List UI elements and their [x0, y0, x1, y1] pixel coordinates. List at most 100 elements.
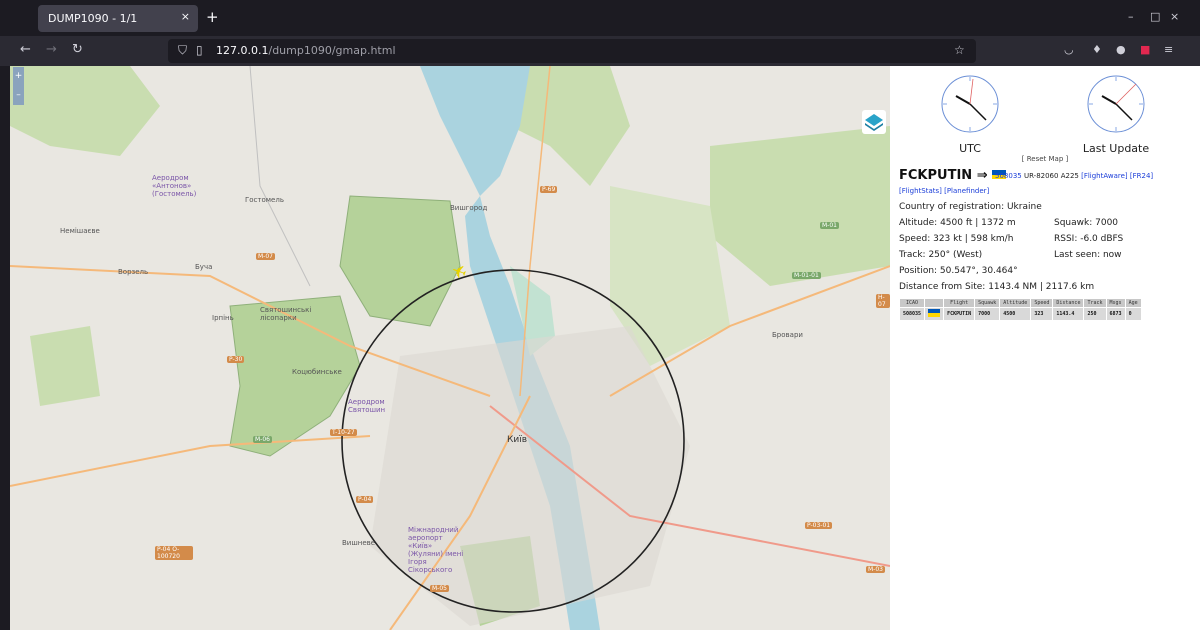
layers-button[interactable] — [862, 110, 886, 134]
road-label: M-03 — [866, 566, 885, 573]
browser-tab[interactable]: DUMP1090 - 1/1 × — [38, 5, 198, 32]
road-label: M-01 — [820, 222, 839, 229]
table-cell: 4500 — [999, 307, 1032, 321]
table-header[interactable]: Distance — [1052, 298, 1085, 308]
table-header[interactable]: Age — [1124, 298, 1142, 308]
shield-icon[interactable]: ⛉ — [178, 43, 187, 58]
aircraft-sidebar: UTC Last Update [ Reset Map ] FCKPUTIN ⇒… — [890, 66, 1200, 630]
maximize-button[interactable]: □ — [1150, 10, 1160, 23]
flightstats-link[interactable]: [FlightStats] — [899, 187, 942, 195]
back-arrow-icon[interactable]: ← — [20, 42, 31, 57]
new-tab-button[interactable]: + — [206, 8, 219, 26]
table-cell: FCKPUTIN — [943, 307, 976, 321]
record-icon[interactable]: ■ — [1140, 43, 1150, 56]
page-icon[interactable]: ▯ — [196, 43, 203, 57]
country-info: Country of registration: Ukraine — [899, 202, 1042, 212]
browser-navbar: ← → ↻ ⛉ ▯ 127.0.0.1/dump1090/gmap.html ☆… — [0, 36, 1200, 66]
rssi-info: RSSI: -6.0 dBFS — [1054, 234, 1124, 244]
position-info: Position: 50.547°, 30.464° — [899, 266, 1018, 276]
zoom-control: + – — [13, 67, 24, 105]
table-header[interactable]: Squawk — [974, 298, 1001, 308]
icao-link[interactable]: 508035 — [995, 172, 1022, 180]
layers-icon — [865, 114, 883, 131]
road-label: H-07 — [876, 294, 890, 308]
table-cell: 7000 — [974, 307, 1001, 321]
table-cell: 323 — [1030, 307, 1054, 321]
zoom-out-button[interactable]: – — [13, 86, 24, 105]
map-place-label: Вишневе — [342, 539, 376, 547]
map-airport-label: Аеродром «Антонов» (Гостомель) — [152, 174, 197, 198]
reset-map-link[interactable]: [ Reset Map ] — [890, 155, 1200, 163]
reload-icon[interactable]: ↻ — [72, 42, 83, 57]
speed-info: Speed: 323 kt | 598 km/h — [899, 234, 1014, 244]
table-cell: 0 — [1124, 307, 1142, 321]
table-cell: 508035 — [898, 307, 926, 321]
aircraft-table: ICAO Flight Squawk Altitude Speed Distan… — [898, 298, 1142, 321]
map-place-label: Буча — [195, 263, 213, 271]
clock-last-update-label: Last Update — [1082, 142, 1150, 155]
fr24-link[interactable]: [FR24] — [1130, 172, 1153, 180]
road-label: P-04 O-100720 — [155, 546, 193, 560]
distance-info: Distance from Site: 1143.4 NM | 2117.6 k… — [899, 282, 1095, 292]
road-label: M-05 — [430, 585, 449, 592]
forward-arrow-icon[interactable]: → — [46, 42, 57, 57]
table-cell: 6873 — [1105, 307, 1126, 321]
table-header[interactable]: Speed — [1030, 298, 1054, 308]
last-seen-info: Last seen: now — [1054, 250, 1122, 260]
map-view[interactable]: + – Київ Вишгород Гостомель Ірпінь Брова… — [10, 66, 890, 630]
road-label: P-69 — [540, 186, 558, 193]
extension-icon[interactable]: ● — [1116, 43, 1126, 56]
ukraine-flag-icon — [928, 309, 941, 317]
planefinder-link[interactable]: [Planefinder] — [944, 187, 989, 195]
clock-face-icon — [941, 75, 999, 133]
utc-clock: UTC — [920, 70, 1020, 155]
table-header[interactable]: Track — [1083, 298, 1107, 308]
road-label: T-10-27 — [330, 429, 357, 436]
map-place-label: Ворзель — [118, 268, 149, 276]
aircraft-callsign: FCKPUTIN ⇒ — [899, 168, 1007, 183]
flightaware-link[interactable]: [FlightAware] — [1081, 172, 1128, 180]
squawk-info: Squawk: 7000 — [1054, 218, 1119, 228]
browser-titlebar: DUMP1090 - 1/1 × + – □ × — [0, 0, 1200, 36]
table-cell — [924, 307, 945, 321]
map-place-label: Коцюбинське — [292, 368, 342, 376]
road-label: P-03-01 — [805, 522, 833, 529]
url-bar[interactable]: ⛉ ▯ 127.0.0.1/dump1090/gmap.html ☆ — [168, 39, 976, 63]
pocket-icon[interactable]: ◡ — [1064, 43, 1074, 56]
close-window-button[interactable]: × — [1170, 10, 1179, 23]
table-header[interactable]: Msgs — [1105, 298, 1126, 308]
track-info: Track: 250° (West) — [899, 250, 983, 260]
road-label: M-06 — [253, 436, 272, 443]
map-city-label: Київ — [507, 435, 528, 445]
zoom-in-button[interactable]: + — [13, 67, 24, 86]
last-update-clock: Last Update — [1066, 70, 1166, 155]
table-cell: 1143.4 — [1052, 307, 1085, 321]
table-header[interactable]: ICAO — [898, 298, 926, 308]
aircraft-header-details: 508035 UR-82060 A225 [FlightAware] [FR24… — [995, 172, 1153, 180]
altitude-info: Altitude: 4500 ft | 1372 m — [899, 218, 1016, 228]
map-place-label: Святошинські лісопарки — [260, 306, 312, 322]
map-place-label: Немішаєве — [60, 227, 100, 235]
table-header[interactable]: Flight — [943, 298, 976, 308]
registration: UR-82060 — [1023, 172, 1059, 180]
map-place-label: Гостомель — [245, 196, 284, 204]
external-links: [FlightStats] [Planefinder] — [899, 187, 989, 195]
clock-face-icon — [1087, 75, 1145, 133]
road-label: M-01-01 — [792, 272, 821, 279]
aircraft-type: A225 — [1060, 172, 1079, 180]
table-header[interactable] — [924, 298, 945, 308]
menu-icon[interactable]: ≡ — [1164, 43, 1173, 56]
tab-close-icon[interactable]: × — [181, 10, 190, 23]
bookmark-star-icon[interactable]: ☆ — [954, 43, 965, 57]
table-header-row: ICAO Flight Squawk Altitude Speed Distan… — [898, 298, 1142, 308]
road-label: M-07 — [256, 253, 275, 260]
map-place-label: Ірпінь — [212, 314, 234, 322]
table-cell: 250 — [1083, 307, 1107, 321]
table-row[interactable]: 508035 FCKPUTIN 7000 4500 323 1143.4 250… — [898, 307, 1142, 321]
extension-icon[interactable]: ♦ — [1092, 43, 1102, 56]
table-header[interactable]: Altitude — [999, 298, 1032, 308]
map-airport-label: Аеродром Святошин — [348, 398, 386, 414]
map-airport-label: Міжнародний аеропорт «Київ» (Жуляни) іме… — [408, 526, 464, 574]
minimize-button[interactable]: – — [1128, 10, 1134, 23]
url-text[interactable]: 127.0.0.1/dump1090/gmap.html — [216, 44, 396, 57]
